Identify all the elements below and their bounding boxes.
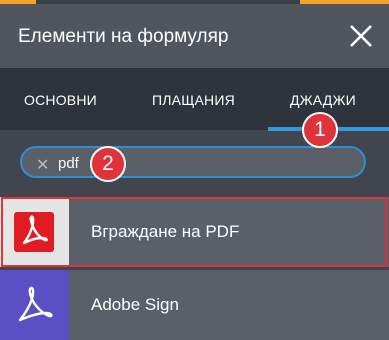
tab-widgets[interactable]: ДЖАДЖИ [290, 92, 356, 108]
tab-payments[interactable]: ПЛАЩАНИЯ [152, 92, 235, 108]
result-item-pdf-embed[interactable]: Вграждане на PDF [0, 197, 389, 267]
result-label: Adobe Sign [91, 295, 179, 314]
result-label: Вграждане на PDF [91, 222, 240, 241]
annotation-marker-2: 2 [90, 146, 126, 182]
adobe-sign-icon [0, 270, 69, 340]
close-icon[interactable] [347, 22, 375, 50]
panel-title: Елементи на формуляр [18, 26, 229, 47]
clear-icon[interactable]: ✕ [36, 155, 49, 175]
search-value: pdf [58, 155, 79, 172]
annotation-marker-1: 1 [302, 112, 338, 148]
panel-header: Елементи на формуляр [0, 4, 389, 68]
acrobat-pdf-icon [0, 197, 69, 267]
tab-basic[interactable]: ОСНОВНИ [24, 92, 97, 108]
result-item-adobe-sign[interactable]: Adobe Sign [0, 270, 389, 340]
